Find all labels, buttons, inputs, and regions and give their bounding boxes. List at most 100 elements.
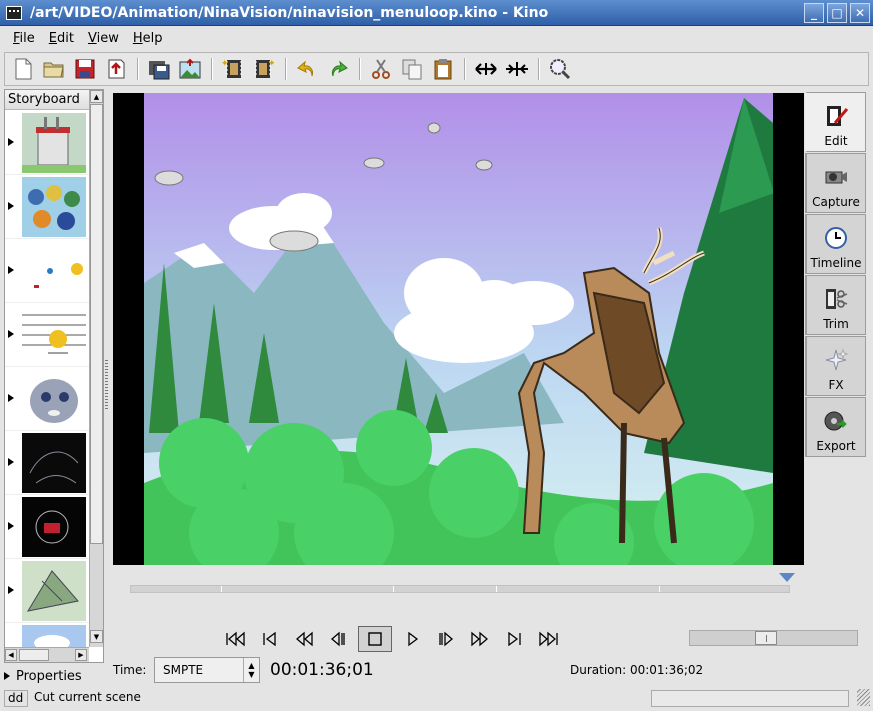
tab-capture[interactable]: Capture — [805, 153, 866, 213]
expand-arrow-icon[interactable] — [8, 138, 14, 146]
tab-edit-label: Edit — [824, 134, 848, 148]
spin-arrows-icon[interactable]: ▲ ▼ — [243, 658, 259, 682]
rewind-icon[interactable] — [290, 627, 318, 651]
cut-icon[interactable] — [367, 55, 395, 83]
menu-edit-mnemonic: E — [48, 30, 57, 46]
previous-scene-icon[interactable] — [256, 627, 284, 651]
export-icon[interactable] — [102, 55, 130, 83]
scene-item[interactable] — [5, 559, 89, 623]
storyboard-vertical-scrollbar[interactable]: ▲ ▼ — [89, 90, 103, 647]
last-scene-icon[interactable] — [534, 627, 562, 651]
copy-icon[interactable] — [398, 55, 426, 83]
duration-readout: Duration: 00:01:36;02 — [570, 663, 704, 677]
scene-item[interactable] — [5, 495, 89, 559]
export-image-icon[interactable] — [176, 55, 204, 83]
volume-slider[interactable] — [689, 630, 858, 646]
scroll-up-icon[interactable]: ▲ — [90, 90, 103, 103]
scene-thumbnail — [22, 241, 86, 301]
tab-edit[interactable]: Edit — [805, 92, 866, 152]
scene-item[interactable] — [5, 367, 89, 431]
next-scene-icon[interactable] — [500, 627, 528, 651]
expand-arrow-icon — [4, 672, 10, 680]
scrollbar-thumb[interactable] — [90, 104, 103, 544]
save-icon[interactable] — [71, 55, 99, 83]
properties-expander[interactable]: Properties — [4, 667, 82, 685]
storyboard-list[interactable] — [5, 111, 89, 647]
storyboard-panel: Storyboard ▲ ▼ ◀ ▶ — [4, 89, 104, 663]
split-scene-icon[interactable] — [472, 55, 500, 83]
scene-item[interactable] — [5, 431, 89, 495]
undo-icon[interactable] — [293, 55, 321, 83]
mode-tabs: Edit Capture Timeline Trim FX Export — [805, 92, 866, 458]
first-scene-icon[interactable] — [222, 627, 250, 651]
trim-icon — [826, 289, 848, 309]
menu-edit[interactable]: Edit — [42, 29, 81, 48]
scrubber-playhead[interactable] — [779, 573, 795, 582]
menu-file[interactable]: File — [6, 29, 42, 48]
menu-view-mnemonic: V — [87, 30, 97, 46]
tab-fx[interactable]: FX — [805, 336, 866, 396]
scene-item[interactable] — [5, 623, 89, 647]
close-icon[interactable]: ✕ — [850, 2, 870, 23]
save-still-icon[interactable] — [145, 55, 173, 83]
camera-icon — [825, 171, 847, 184]
scene-marker — [221, 586, 222, 592]
scroll-down-icon[interactable]: ▼ — [90, 630, 103, 643]
expand-arrow-icon[interactable] — [8, 586, 14, 594]
transport-controls — [222, 626, 568, 652]
kino-app-icon[interactable] — [6, 5, 22, 20]
expand-arrow-icon[interactable] — [8, 202, 14, 210]
slider-handle[interactable] — [755, 631, 777, 645]
scene-item[interactable] — [5, 303, 89, 367]
paste-icon[interactable] — [429, 55, 457, 83]
insert-after-icon[interactable]: ✦ — [250, 55, 278, 83]
maximize-icon[interactable]: □ — [827, 2, 847, 23]
minimize-icon[interactable]: _ — [804, 2, 824, 23]
scene-marker — [496, 586, 497, 592]
scroll-right-icon[interactable]: ▶ — [75, 649, 87, 661]
storyboard-horizontal-scrollbar[interactable]: ◀ ▶ — [5, 647, 89, 662]
insert-before-icon[interactable]: ✦ — [219, 55, 247, 83]
redo-icon[interactable] — [324, 55, 352, 83]
menu-file-label: ile — [19, 30, 35, 46]
status-bar: dd Cut current scene — [4, 689, 870, 707]
svg-text:✦: ✦ — [268, 59, 276, 69]
scene-item[interactable] — [5, 111, 89, 175]
scrollbar-thumb[interactable] — [19, 649, 49, 661]
video-preview[interactable] — [113, 93, 804, 565]
time-format-select[interactable]: SMPTE ▲ ▼ — [154, 657, 260, 683]
scene-thumbnail — [22, 369, 86, 429]
scroll-left-icon[interactable]: ◀ — [5, 649, 17, 661]
tab-timeline[interactable]: Timeline — [805, 214, 866, 274]
zoom-icon[interactable] — [546, 55, 574, 83]
new-document-icon[interactable] — [9, 55, 37, 83]
scene-scrubber[interactable] — [130, 585, 790, 593]
fast-forward-icon[interactable] — [466, 627, 494, 651]
step-forward-icon[interactable] — [432, 627, 460, 651]
expand-arrow-icon[interactable] — [8, 394, 14, 402]
fx-sparkle-icon — [825, 348, 849, 371]
expand-arrow-icon[interactable] — [8, 266, 14, 274]
tab-trim[interactable]: Trim — [805, 275, 866, 335]
tab-export[interactable]: Export — [805, 397, 866, 457]
pane-splitter-handle[interactable] — [105, 360, 108, 410]
scene-marker — [659, 586, 660, 592]
toolbar-separator — [285, 58, 286, 80]
expand-arrow-icon[interactable] — [8, 522, 14, 530]
open-folder-icon[interactable] — [40, 55, 68, 83]
play-icon[interactable] — [398, 627, 426, 651]
scene-item[interactable] — [5, 175, 89, 239]
scene-thumbnail — [22, 113, 86, 173]
menu-edit-label: dit — [57, 30, 74, 46]
join-scene-icon[interactable] — [503, 55, 531, 83]
toolbar-separator — [464, 58, 465, 80]
scene-item[interactable] — [5, 239, 89, 303]
menu-help[interactable]: Help — [126, 29, 170, 48]
expand-arrow-icon[interactable] — [8, 458, 14, 466]
stop-icon[interactable] — [358, 626, 392, 652]
tab-export-label: Export — [816, 439, 856, 453]
step-back-icon[interactable] — [324, 627, 352, 651]
expand-arrow-icon[interactable] — [8, 330, 14, 338]
resize-grip-icon[interactable] — [857, 689, 870, 706]
menu-view[interactable]: View — [81, 29, 126, 48]
